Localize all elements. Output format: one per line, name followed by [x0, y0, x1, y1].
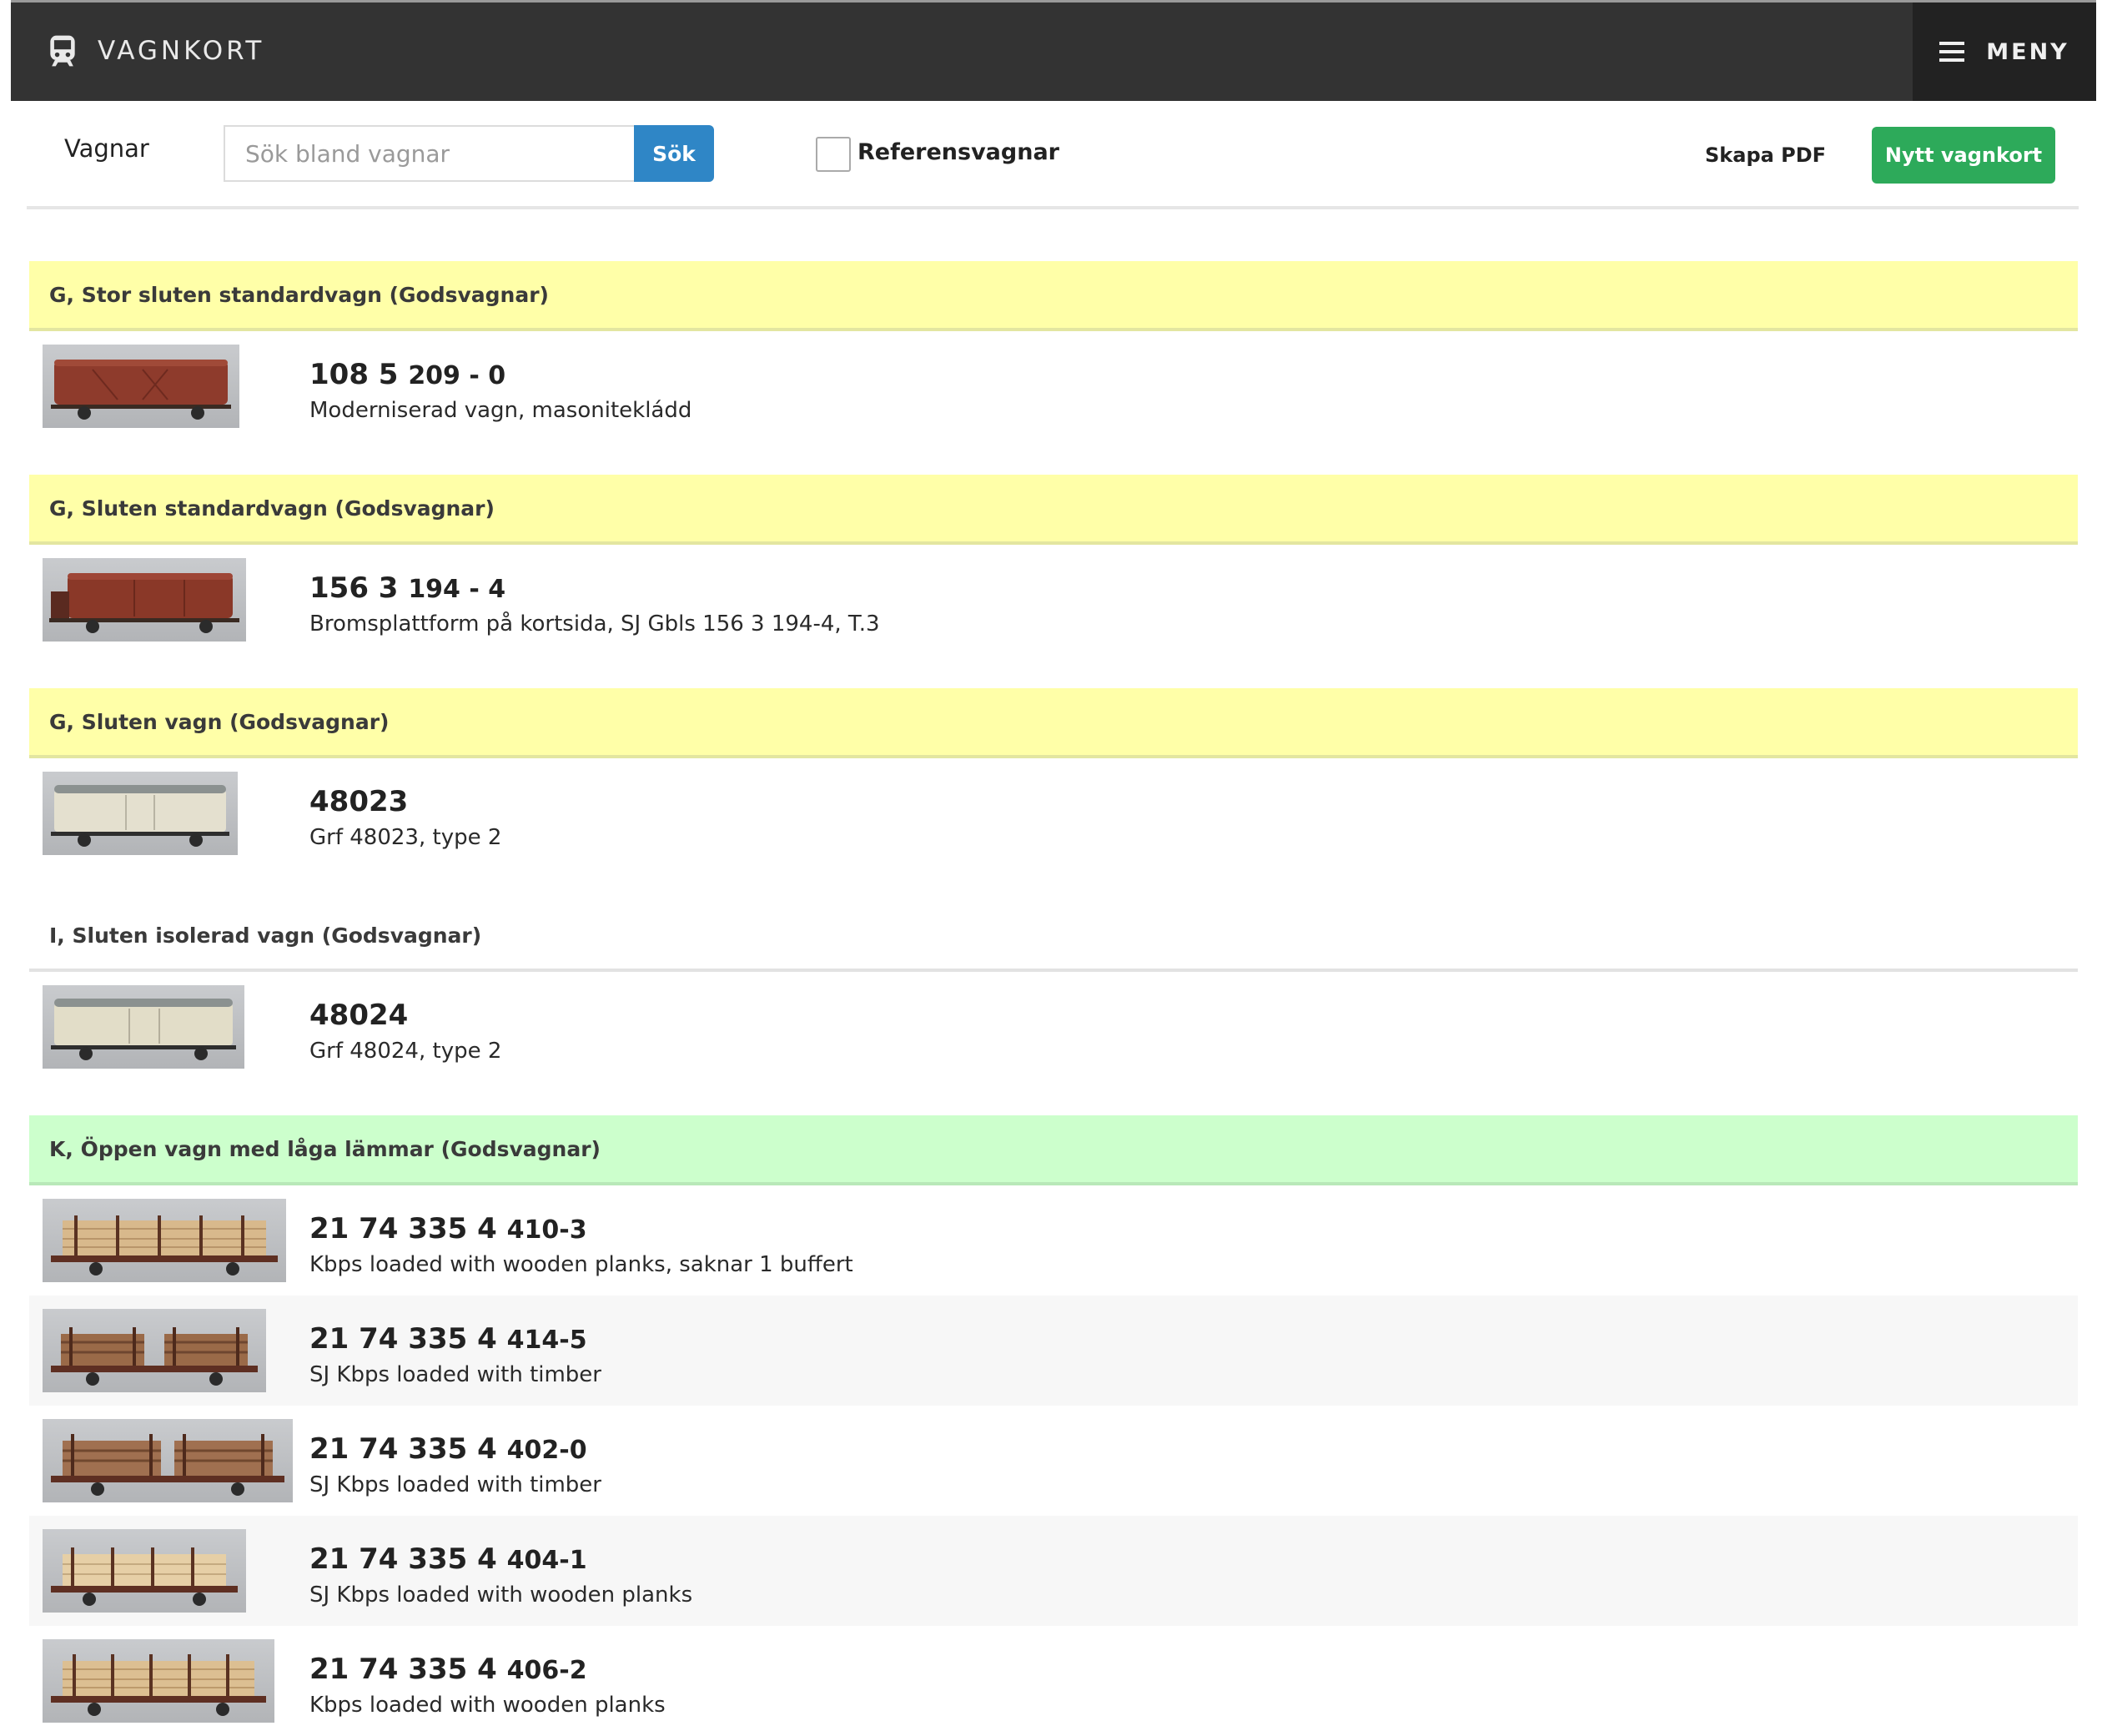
- wagons-label: Vagnar: [64, 134, 149, 163]
- wagon-thumbnail: [43, 772, 238, 855]
- wagon-number: 48023: [309, 785, 409, 818]
- wagon-number-suffix: 209 - 0: [408, 361, 506, 390]
- wagon-row[interactable]: 21 74 335 4 402-0 SJ Kbps loaded with ti…: [29, 1406, 2078, 1516]
- section-title: I, Sluten isolerad vagn (Godsvagnar): [49, 923, 482, 948]
- wagon-thumbnail: [43, 1309, 266, 1392]
- wagon-number: 108 5: [309, 358, 399, 391]
- brand-title: VAGNKORT: [98, 36, 265, 66]
- wagon-thumbnail: [43, 1199, 286, 1282]
- wagon-number: 21 74 335 4: [309, 1212, 497, 1245]
- create-pdf-link[interactable]: Skapa PDF: [1705, 143, 1826, 167]
- wagon-number-suffix: 414-5: [506, 1326, 587, 1355]
- brand[interactable]: VAGNKORT: [44, 33, 264, 69]
- wagon-number: 48024: [309, 999, 409, 1032]
- search-input[interactable]: [224, 125, 636, 182]
- wagon-description: SJ Kbps loaded with timber: [309, 1362, 601, 1387]
- wagon-row[interactable]: 21 74 335 4 406-2 Kbps loaded with woode…: [29, 1626, 2078, 1736]
- wagon-thumbnail: [43, 558, 246, 642]
- wagon-number: 21 74 335 4: [309, 1653, 497, 1686]
- section-title: G, Sluten standardvagn (Godsvagnar): [49, 496, 495, 521]
- reference-checkbox[interactable]: [816, 137, 851, 172]
- wagon-number-suffix: 404-1: [506, 1546, 587, 1575]
- wagon-thumbnail: [43, 345, 239, 428]
- wagon-description: Grf 48023, type 2: [309, 825, 502, 850]
- wagon-row[interactable]: 48023 Grf 48023, type 2: [29, 758, 2078, 868]
- hamburger-icon: [1939, 42, 1965, 62]
- wagon-row[interactable]: 21 74 335 4 414-5 SJ Kbps loaded with ti…: [29, 1296, 2078, 1406]
- wagon-description: Bromsplattform på kortsida, SJ Gbls 156 …: [309, 611, 880, 637]
- train-icon: [50, 35, 75, 67]
- section-title: G, Sluten vagn (Godsvagnar): [49, 709, 390, 734]
- new-wagon-card-button[interactable]: Nytt vagnkort: [1872, 127, 2055, 184]
- wagon-row[interactable]: 108 5 209 - 0 Moderniserad vagn, masonit…: [29, 331, 2078, 441]
- wagon-thumbnail: [43, 1419, 293, 1502]
- wagon-row[interactable]: 21 74 335 4 404-1 SJ Kbps loaded with wo…: [29, 1516, 2078, 1626]
- wagon-number: 21 74 335 4: [309, 1542, 497, 1576]
- search-button[interactable]: Sök: [634, 125, 714, 182]
- reference-label[interactable]: Referensvagnar: [857, 139, 1059, 165]
- wagon-number: 21 74 335 4: [309, 1322, 497, 1356]
- wagon-description: SJ Kbps loaded with wooden planks: [309, 1583, 693, 1608]
- toolbar: Vagnar Sök Referensvagnar Skapa PDF Nytt…: [27, 101, 2079, 209]
- wagon-description: Moderniserad vagn, masonitekládd: [309, 398, 692, 423]
- wagon-number-suffix: 194 - 4: [408, 575, 506, 604]
- wagon-description: Kbps loaded with wooden planks: [309, 1693, 666, 1718]
- wagon-thumbnail: [43, 1639, 274, 1723]
- wagon-row[interactable]: 21 74 335 4 410-3 Kbps loaded with woode…: [29, 1185, 2078, 1296]
- section-header: G, Sluten standardvagn (Godsvagnar): [29, 475, 2078, 545]
- wagon-row[interactable]: 156 3 194 - 4 Bromsplattform på kortsida…: [29, 545, 2078, 655]
- top-navbar: VAGNKORT MENY: [11, 0, 2096, 101]
- wagon-number-suffix: 410-3: [506, 1215, 587, 1245]
- wagon-description: Kbps loaded with wooden planks, saknar 1…: [309, 1252, 853, 1277]
- section-header: K, Öppen vagn med låga lämmar (Godsvagna…: [29, 1115, 2078, 1185]
- section-header: I, Sluten isolerad vagn (Godsvagnar): [29, 902, 2078, 972]
- section-header: G, Sluten vagn (Godsvagnar): [29, 688, 2078, 758]
- wagon-number-suffix: 406-2: [506, 1656, 587, 1685]
- section-title: K, Öppen vagn med låga lämmar (Godsvagna…: [49, 1136, 601, 1161]
- wagon-description: SJ Kbps loaded with timber: [309, 1472, 601, 1497]
- wagon-thumbnail: [43, 1529, 246, 1613]
- wagon-description: Grf 48024, type 2: [309, 1039, 502, 1064]
- wagon-number: 21 74 335 4: [309, 1432, 497, 1466]
- section-title: G, Stor sluten standardvagn (Godsvagnar): [49, 282, 549, 307]
- menu-label: MENY: [1986, 38, 2069, 65]
- section-header: G, Stor sluten standardvagn (Godsvagnar): [29, 261, 2078, 331]
- wagon-thumbnail: [43, 985, 244, 1069]
- wagon-number-suffix: 402-0: [506, 1436, 587, 1465]
- menu-button[interactable]: MENY: [1913, 3, 2096, 101]
- wagon-row[interactable]: 48024 Grf 48024, type 2: [29, 972, 2078, 1082]
- wagon-number: 156 3: [309, 571, 399, 605]
